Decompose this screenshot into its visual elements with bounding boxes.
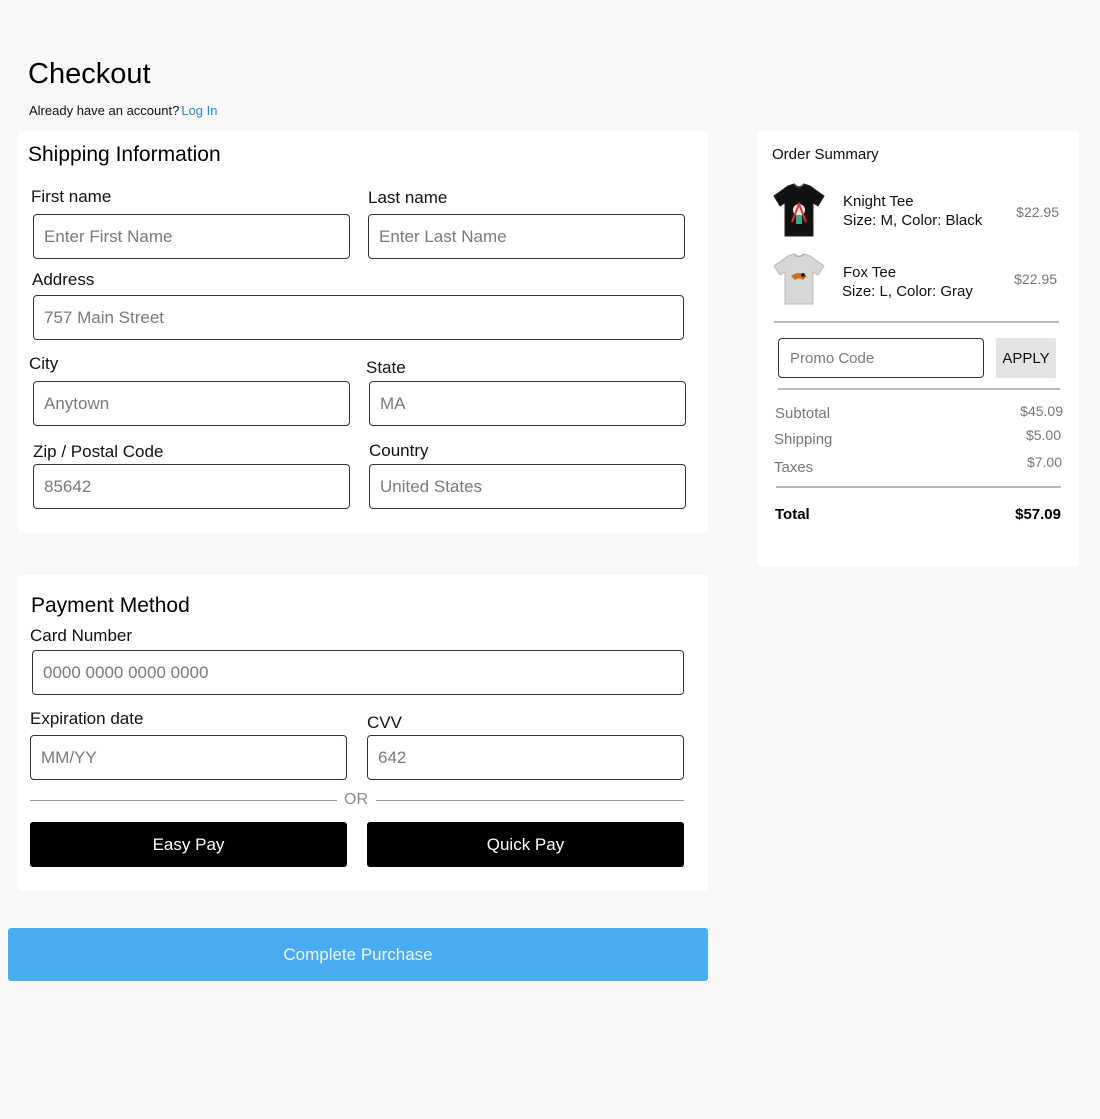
zip-label: Zip / Postal Code	[33, 442, 164, 461]
item-price: $22.95	[1014, 271, 1057, 287]
card-number-input[interactable]	[32, 650, 684, 695]
expiration-label: Expiration date	[30, 709, 144, 728]
card-number-label: Card Number	[30, 626, 133, 645]
address-label: Address	[32, 270, 95, 289]
first-name-input[interactable]	[33, 214, 350, 259]
account-prompt: Already have an account? Log In	[29, 103, 217, 118]
city-input[interactable]	[33, 381, 350, 426]
country-label: Country	[369, 441, 429, 460]
gray-tshirt-icon	[772, 252, 826, 306]
subtotal-value: $45.09	[1020, 403, 1063, 419]
state-input[interactable]	[369, 381, 686, 426]
shipping-value: $5.00	[1025, 427, 1061, 443]
payment-title: Payment Method	[31, 594, 190, 617]
total-value: $57.09	[1015, 506, 1061, 523]
shipping-title: Shipping Information	[28, 143, 221, 166]
expiration-input[interactable]	[30, 735, 347, 780]
item-meta: Size: M, Color: Black	[843, 212, 983, 229]
first-name-label: First name	[31, 187, 112, 206]
summary-divider	[776, 486, 1061, 488]
item-name: Fox Tee	[843, 264, 897, 281]
item-price: $22.95	[1016, 204, 1059, 220]
total-label: Total	[775, 506, 810, 523]
summary-divider	[778, 388, 1060, 390]
last-name-label: Last name	[368, 188, 448, 207]
cvv-label: CVV	[367, 713, 402, 732]
taxes-value: $7.00	[1026, 454, 1062, 470]
taxes-label: Taxes	[774, 459, 814, 476]
shipping-label: Shipping	[774, 431, 833, 448]
subtotal-label: Subtotal	[775, 405, 831, 422]
city-label: City	[29, 354, 59, 373]
summary-divider	[774, 321, 1059, 323]
address-input[interactable]	[33, 295, 684, 340]
order-summary-title: Order Summary	[772, 146, 879, 163]
black-tshirt-icon	[772, 182, 826, 237]
apply-promo-button[interactable]: APPLY	[996, 338, 1056, 378]
or-divider-left	[30, 800, 337, 801]
zip-input[interactable]	[33, 464, 350, 509]
or-text: OR	[344, 791, 368, 808]
complete-purchase-button[interactable]: Complete Purchase	[8, 928, 708, 981]
easy-pay-button[interactable]: Easy Pay	[30, 822, 347, 867]
item-meta: Size: L, Color: Gray	[842, 283, 973, 300]
or-divider-right	[376, 800, 684, 801]
login-link[interactable]: Log In	[181, 103, 217, 118]
last-name-input[interactable]	[368, 214, 685, 259]
country-input[interactable]	[369, 464, 686, 509]
state-label: State	[366, 358, 406, 377]
account-prompt-text: Already have an account?	[29, 103, 180, 118]
item-name: Knight Tee	[843, 193, 914, 210]
page-title: Checkout	[28, 58, 151, 90]
quick-pay-button[interactable]: Quick Pay	[367, 822, 684, 867]
cvv-input[interactable]	[367, 735, 684, 780]
promo-code-input[interactable]	[778, 338, 984, 378]
